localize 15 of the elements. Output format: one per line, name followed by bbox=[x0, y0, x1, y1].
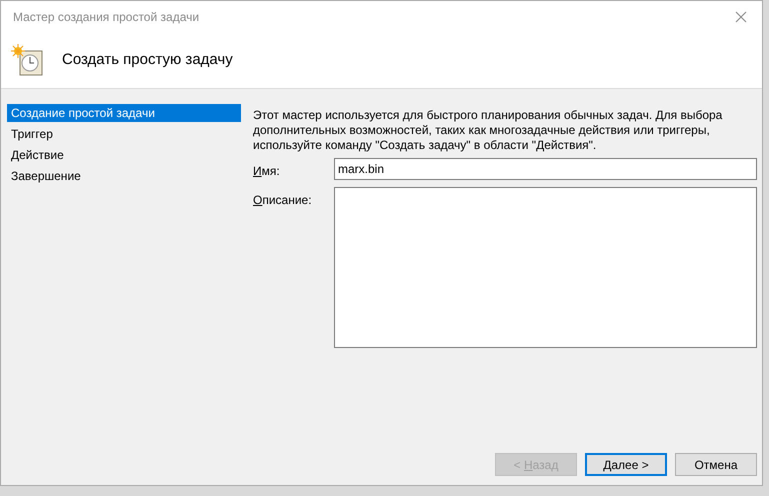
intro-text: Этот мастер используется для быстрого планирования обычных задач. Для выбора дополнительных возможностей, таких как многозадачные действия или триггеры, используйте команду "Создать задачу" в области "Действия". bbox=[253, 108, 724, 153]
field-label: Имя: bbox=[253, 163, 281, 180]
wizard-button[interactable]: Далее > bbox=[585, 453, 667, 476]
wizard-step[interactable]: Действие bbox=[7, 146, 241, 164]
window-title: Мастер создания простой задачи bbox=[13, 9, 200, 26]
wizard-heading: Создать простую задачу bbox=[62, 50, 233, 70]
description-field[interactable] bbox=[334, 187, 757, 348]
wizard-step[interactable]: Завершение bbox=[7, 167, 241, 185]
clock-icon bbox=[11, 44, 45, 78]
name-field[interactable]: marx.bin bbox=[334, 158, 757, 180]
field-label: Описание: bbox=[253, 192, 313, 209]
close-icon bbox=[735, 11, 747, 23]
wizard-button[interactable]: Отмена bbox=[675, 453, 757, 476]
wizard-step[interactable]: Триггер bbox=[7, 125, 241, 143]
wizard-step[interactable]: Создание простой задачи bbox=[7, 104, 241, 122]
